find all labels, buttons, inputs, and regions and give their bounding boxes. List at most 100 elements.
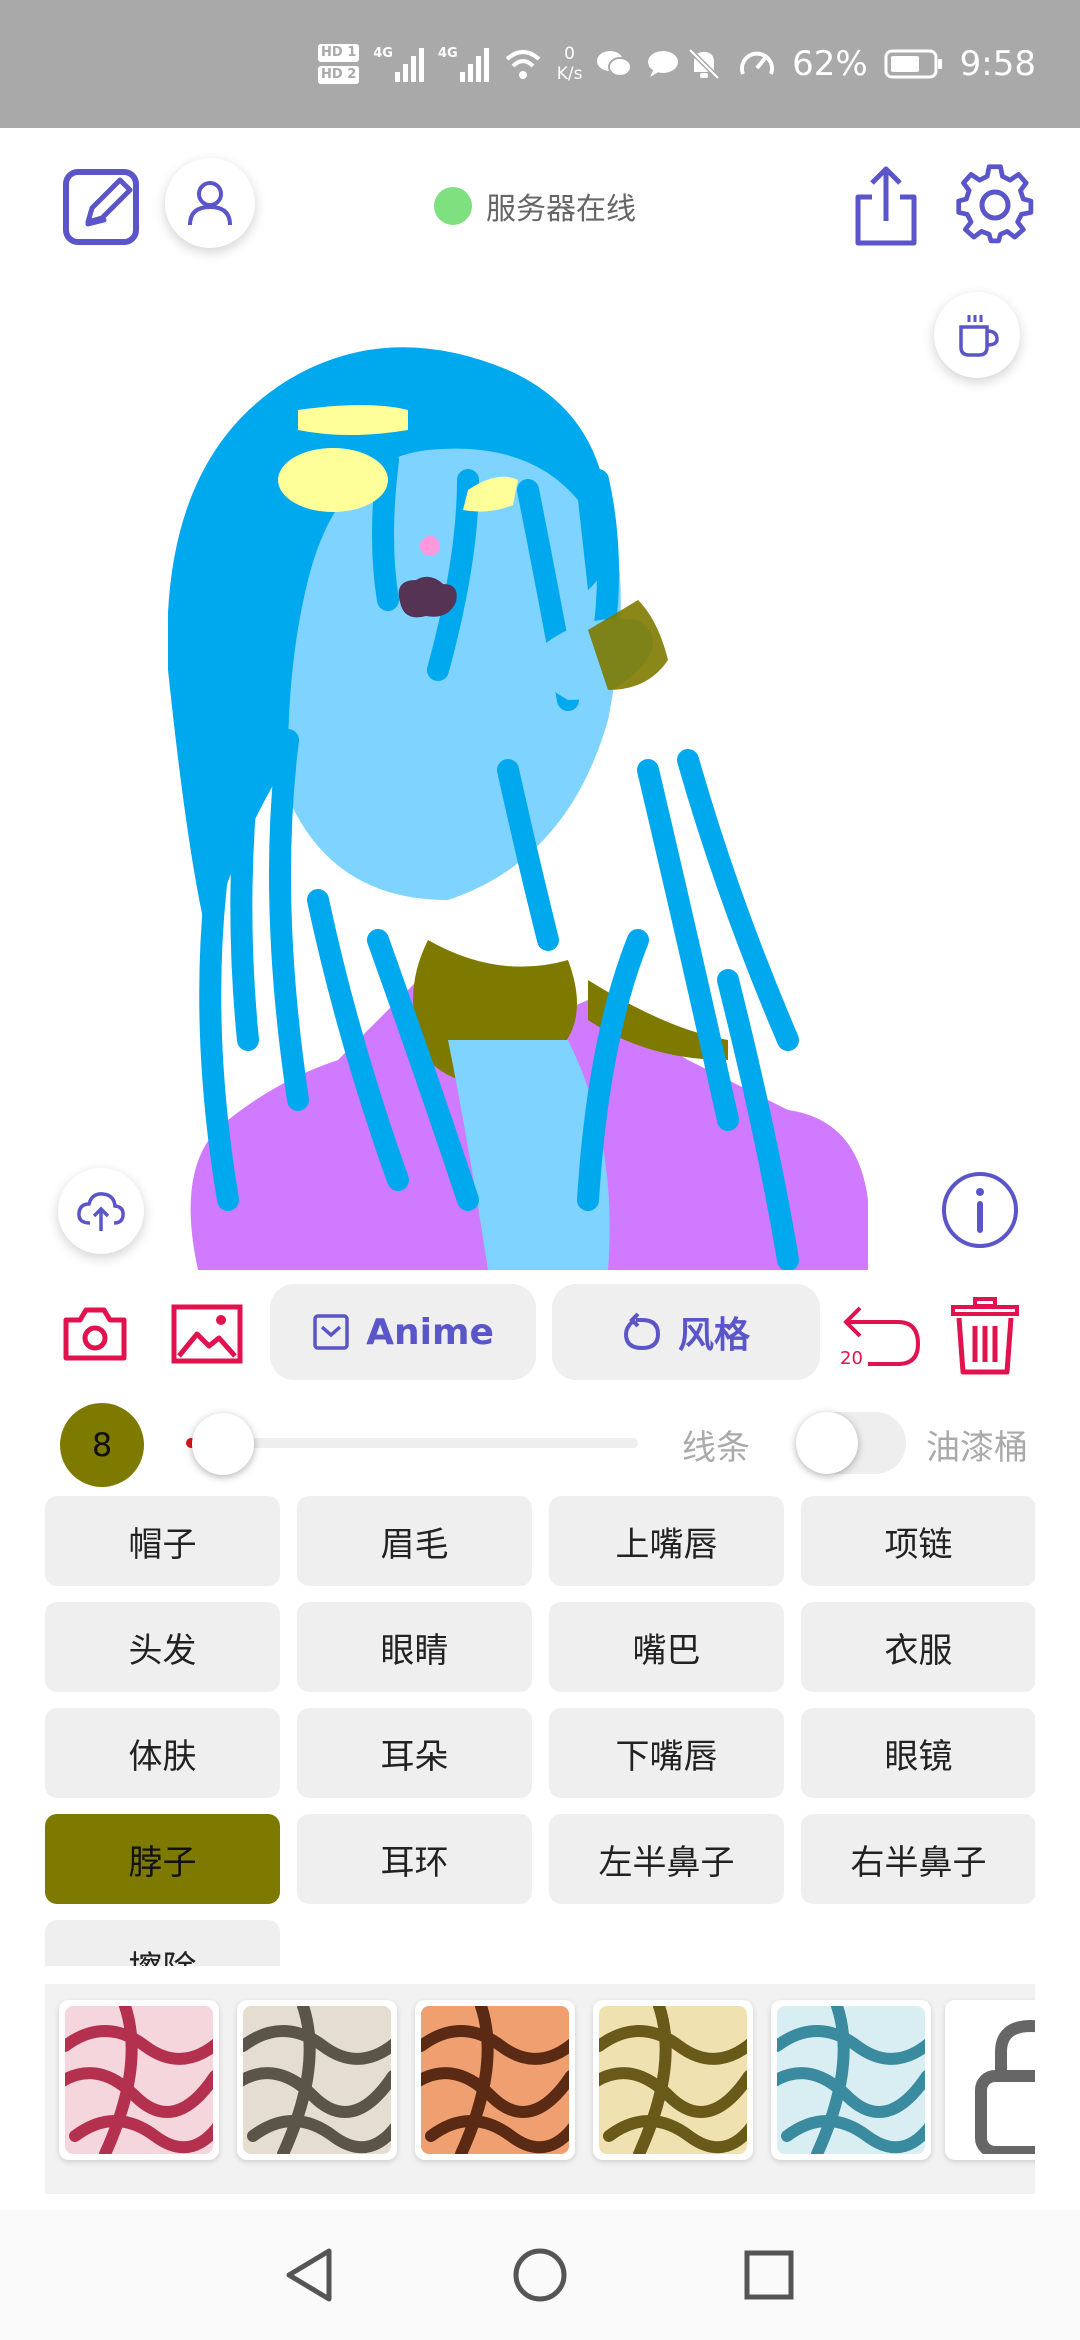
brush-size-indicator[interactable]: 8 <box>60 1403 144 1487</box>
recents-square-icon <box>744 2250 794 2300</box>
texture-strip <box>45 1984 1035 2194</box>
anime-checkbox-icon <box>313 1314 349 1350</box>
server-status-label: 服务器在线 <box>486 192 636 227</box>
part-button[interactable]: 嘴巴 <box>549 1602 784 1692</box>
part-label: 体肤 <box>128 1736 197 1777</box>
part-button[interactable]: 项链 <box>801 1496 1035 1586</box>
mode-fill-label: 油漆桶 <box>926 1428 1028 1468</box>
wifi-icon <box>505 50 541 79</box>
part-label: 擦除 <box>129 1941 197 1967</box>
settings-button[interactable] <box>950 160 1040 250</box>
status-left: HD 1 HD 2 4G 4G 0 K/s <box>318 0 680 128</box>
profile-button[interactable] <box>165 158 255 248</box>
part-label: 脖子 <box>128 1842 197 1883</box>
texture-thumbnail[interactable] <box>593 2000 753 2160</box>
clock: 9:58 <box>959 44 1036 84</box>
status-dot <box>434 187 472 225</box>
texture-thumbnail[interactable] <box>59 2000 219 2160</box>
home-circle-icon <box>513 2248 567 2302</box>
texture-thumbnail[interactable] <box>771 2000 931 2160</box>
part-label: 下嘴唇 <box>615 1736 718 1777</box>
edit-button[interactable] <box>62 162 146 246</box>
status-bar: HD 1 HD 2 4G 4G 0 K/s 62% 9:58 <box>0 0 1080 128</box>
net2-label: 4G <box>437 46 458 61</box>
lock-icon <box>975 2019 1035 2154</box>
part-button[interactable]: 上嘴唇 <box>549 1496 784 1586</box>
info-icon <box>942 1172 1018 1248</box>
bell-muted-icon <box>688 48 720 80</box>
net-speed: 0 K/s <box>557 44 583 84</box>
texture-pattern <box>599 2006 747 2154</box>
part-label: 耳朵 <box>380 1736 449 1777</box>
camera-button[interactable] <box>62 1304 128 1364</box>
tool-row: Anime 风格 20 <box>0 1284 1080 1390</box>
mode-line-label: 线条 <box>682 1428 750 1468</box>
fill-toggle[interactable] <box>796 1412 906 1474</box>
part-label: 眼镜 <box>884 1736 953 1777</box>
style-button[interactable]: 风格 <box>552 1284 820 1380</box>
edit-square-icon <box>63 169 139 245</box>
texture-thumbnail[interactable] <box>237 2000 397 2160</box>
part-label: 头发 <box>128 1630 197 1671</box>
eyebrow-shape <box>298 405 408 435</box>
cloud-upload-button[interactable] <box>58 1168 144 1254</box>
part-button[interactable]: 左半鼻子 <box>549 1814 784 1904</box>
home-button[interactable] <box>505 2240 575 2310</box>
refresh-icon <box>623 1312 660 1351</box>
part-button[interactable]: 衣服 <box>801 1602 1035 1692</box>
part-button[interactable]: 眼睛 <box>297 1602 532 1692</box>
part-button[interactable]: 眼镜 <box>801 1708 1035 1798</box>
texture-pattern <box>65 2006 213 2154</box>
part-label: 衣服 <box>884 1630 953 1671</box>
server-status: 服务器在线 <box>434 176 636 236</box>
anime-button[interactable]: Anime <box>270 1284 536 1380</box>
part-label: 嘴巴 <box>632 1630 701 1671</box>
cloud-upload-icon <box>77 1192 125 1231</box>
undo-count: 20 <box>840 1348 863 1369</box>
navigation-bar <box>0 2210 1080 2340</box>
locked-texture[interactable] <box>945 2000 1035 2160</box>
gallery-button[interactable] <box>170 1302 244 1366</box>
trash-icon <box>951 1297 1019 1375</box>
part-button[interactable]: 眉毛 <box>297 1496 532 1586</box>
part-grid: 帽子 眉毛 上嘴唇 项链头发 眼睛 嘴巴 衣服体肤 耳朵 下嘴唇 眼镜脖子 耳环 左半鼻子 右半鼻子擦除 <box>45 1496 1035 1966</box>
part-button[interactable]: 下嘴唇 <box>549 1708 784 1798</box>
texture-thumbnail[interactable] <box>415 2000 575 2160</box>
part-button[interactable]: 头发 <box>45 1602 280 1692</box>
speedometer-icon <box>740 51 775 75</box>
part-button[interactable]: 体肤 <box>45 1708 280 1798</box>
back-triangle-icon <box>286 2248 332 2302</box>
part-label: 项链 <box>884 1524 953 1565</box>
part-button[interactable]: 耳朵 <box>297 1708 532 1798</box>
net1-label: 4G <box>373 46 393 61</box>
part-button[interactable]: 耳环 <box>297 1814 532 1904</box>
part-button[interactable]: 擦除 <box>45 1920 280 1966</box>
part-label: 帽子 <box>128 1524 197 1565</box>
image-icon <box>171 1304 243 1364</box>
part-button[interactable]: 帽子 <box>45 1496 280 1586</box>
left-eye-shape <box>278 448 388 512</box>
sim2-label: HD 2 <box>318 66 360 84</box>
speed-value: 0 <box>564 44 575 64</box>
texture-pattern <box>243 2006 391 2154</box>
signal1-icon: 4G <box>373 46 424 82</box>
slider-thumb[interactable] <box>192 1413 255 1475</box>
texture-pattern <box>421 2006 569 2154</box>
anime-label: Anime <box>366 1311 494 1353</box>
part-button[interactable]: 右半鼻子 <box>801 1814 1035 1904</box>
drawing-canvas[interactable] <box>168 340 1036 1270</box>
texture-pattern <box>777 2006 925 2154</box>
delete-button[interactable] <box>946 1294 1024 1378</box>
share-button[interactable] <box>846 160 926 250</box>
sim-indicator: HD 1 HD 2 <box>318 42 360 86</box>
part-button[interactable]: 脖子 <box>45 1814 280 1904</box>
undo-button[interactable]: 20 <box>838 1294 922 1378</box>
toggle-knob <box>796 1412 858 1474</box>
person-icon <box>188 181 232 226</box>
speed-unit: K/s <box>556 64 583 84</box>
sim1-label: HD 1 <box>318 44 360 62</box>
share-upload-icon <box>855 166 917 246</box>
back-button[interactable] <box>274 2240 344 2310</box>
info-button[interactable] <box>938 1168 1022 1252</box>
recents-button[interactable] <box>734 2240 804 2310</box>
